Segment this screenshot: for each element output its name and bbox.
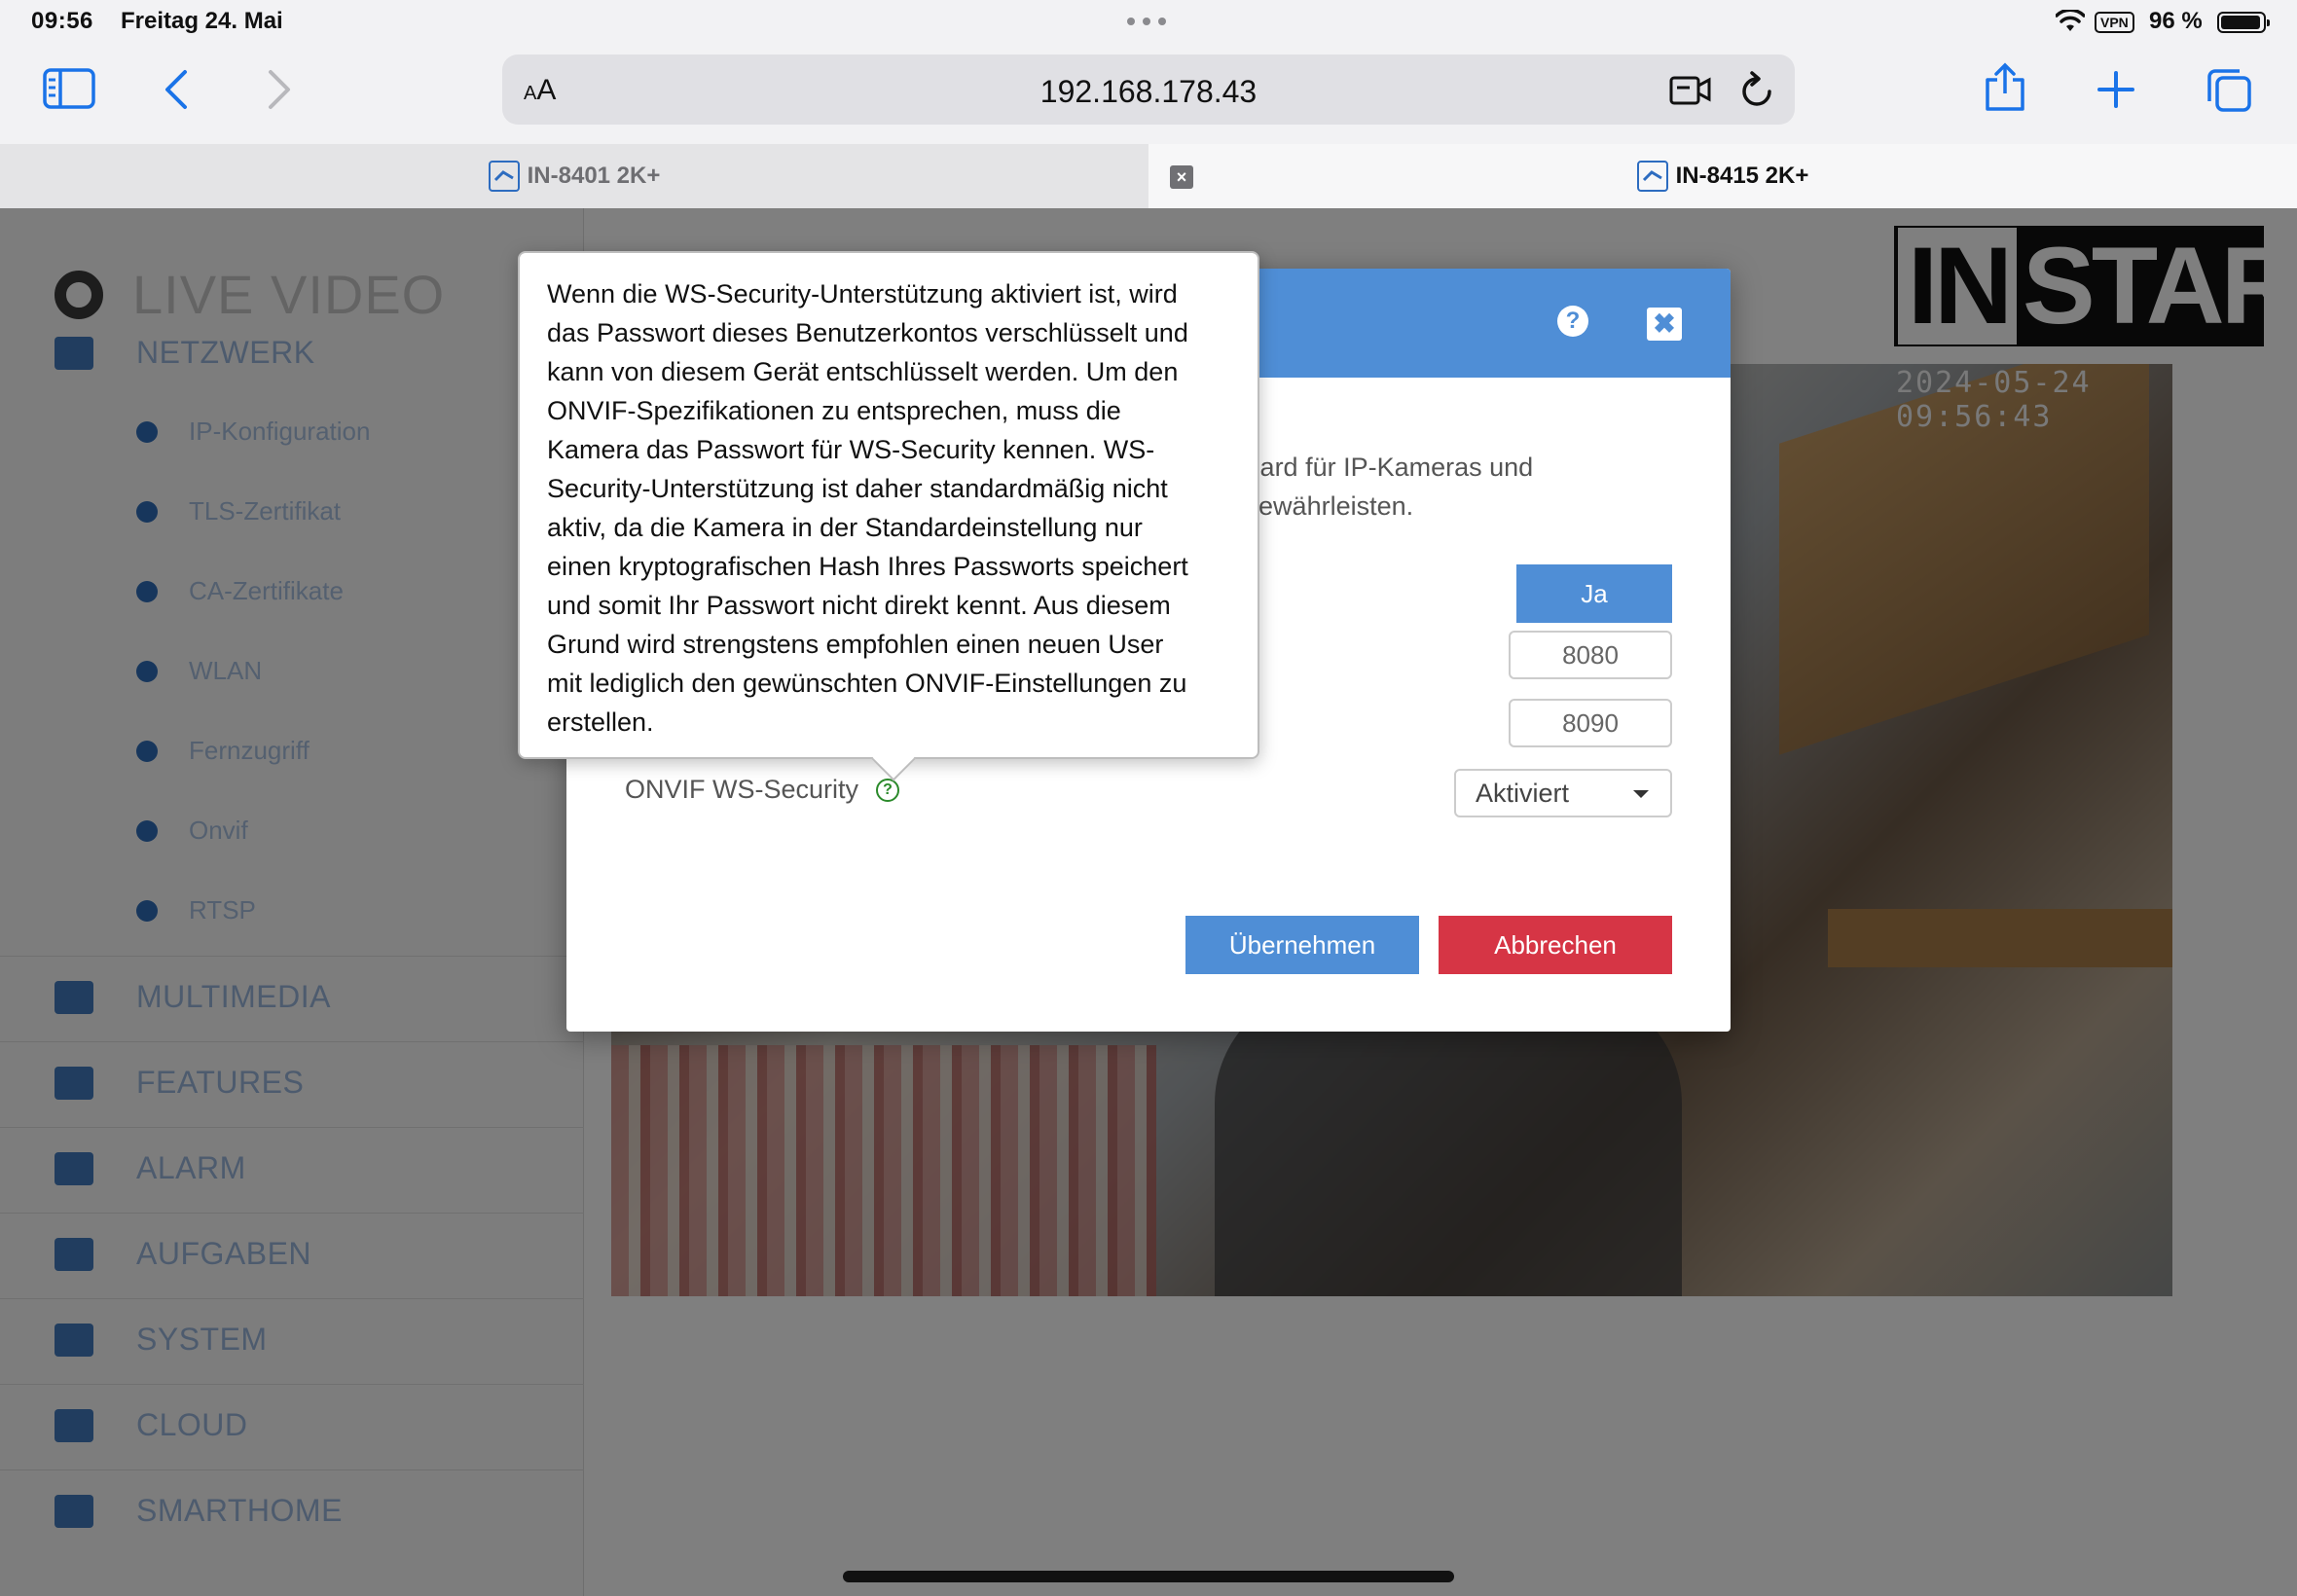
onvif-port-input[interactable]: 8080	[1509, 631, 1672, 679]
ws-security-tooltip: Wenn die WS-Security-Unterstützung aktiv…	[518, 251, 1259, 781]
battery-percent: 96 %	[2149, 8, 2203, 34]
reload-icon[interactable]	[1738, 70, 1775, 109]
dialog-description: tandard für IP-Kameras und zu gewährleis…	[1209, 453, 1534, 521]
tooltip-text: Wenn die WS-Security-Unterstützung aktiv…	[547, 279, 1188, 737]
instar-favicon-icon	[488, 161, 520, 192]
address-bar[interactable]: AA 192.168.178.43	[502, 54, 1795, 125]
multitasking-dots-icon[interactable]	[1127, 18, 1170, 25]
new-tab-icon[interactable]	[2096, 70, 2135, 109]
home-indicator[interactable]	[843, 1571, 1454, 1582]
ws-security-select[interactable]: Aktiviert	[1454, 769, 1672, 817]
tabs-overview-icon[interactable]	[2206, 68, 2252, 113]
onvif-enable-toggle[interactable]: Ja	[1516, 564, 1672, 623]
camera-extension-icon[interactable]	[1668, 72, 1713, 107]
help-icon[interactable]: ?	[1557, 306, 1588, 337]
ws-security-help-icon[interactable]: ?	[876, 778, 900, 802]
instar-favicon-icon	[1636, 161, 1668, 192]
url-text[interactable]: 192.168.178.43	[502, 74, 1795, 110]
ws-security-selected-value: Aktiviert	[1476, 779, 1570, 808]
cancel-button[interactable]: Abbrechen	[1439, 916, 1672, 974]
tab-title: IN-8415 2K+	[1675, 163, 1809, 189]
status-time: 09:56	[31, 8, 93, 34]
ws-security-label: ONVIF WS-Security ?	[625, 775, 900, 805]
wifi-icon	[2056, 10, 2085, 31]
onvif-tls-port-input[interactable]: 8090	[1509, 699, 1672, 747]
tab-bar: IN-8401 2K+ × IN-8415 2K+	[0, 144, 2297, 208]
status-bar: 09:56 Freitag 24. Mai VPN 96 %	[0, 0, 2297, 47]
browser-toolbar: AA 192.168.178.43	[0, 47, 2297, 144]
sidebar-toggle-icon[interactable]	[43, 68, 95, 111]
apply-button[interactable]: Übernehmen	[1185, 916, 1419, 974]
battery-level	[2221, 16, 2261, 29]
vpn-badge: VPN	[2095, 12, 2134, 33]
back-icon[interactable]	[162, 68, 191, 111]
chevron-down-icon	[1633, 790, 1649, 798]
forward-icon[interactable]	[265, 68, 294, 111]
battery-icon	[2217, 12, 2270, 33]
close-tab-icon[interactable]: ×	[1170, 165, 1193, 189]
tab-in-8415[interactable]: × IN-8415 2K+	[1148, 144, 2297, 208]
tab-in-8401[interactable]: IN-8401 2K+	[0, 144, 1148, 208]
status-date: Freitag 24. Mai	[121, 8, 283, 34]
share-icon[interactable]	[1984, 62, 2026, 113]
close-dialog-icon[interactable]: ✖	[1647, 308, 1682, 341]
tab-title: IN-8401 2K+	[527, 163, 661, 189]
